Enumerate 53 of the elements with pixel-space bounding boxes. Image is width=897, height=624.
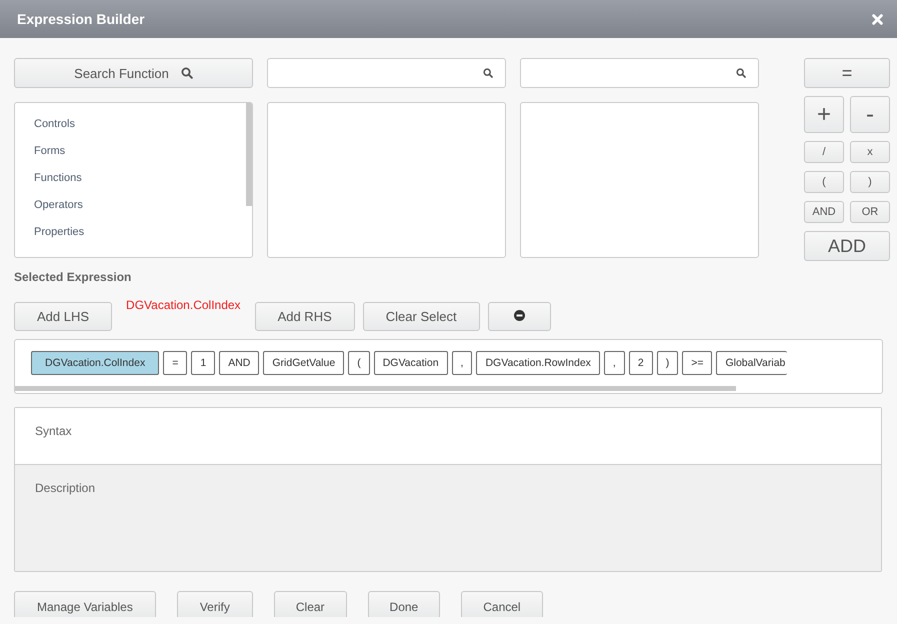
clear-select-button[interactable]: Clear Select bbox=[362, 302, 480, 331]
scrollbar-thumb[interactable] bbox=[246, 103, 252, 206]
expression-token[interactable]: AND bbox=[219, 351, 260, 375]
expression-token[interactable]: GlobalVariab bbox=[716, 351, 788, 375]
add-lhs-button[interactable]: Add LHS bbox=[14, 302, 112, 331]
search-icon bbox=[483, 68, 493, 78]
expression-token[interactable]: , bbox=[452, 351, 472, 375]
expression-token[interactable]: DGVacation bbox=[374, 351, 448, 375]
scrollbar-thumb[interactable] bbox=[15, 386, 736, 391]
add-rhs-button[interactable]: Add RHS bbox=[254, 302, 355, 331]
expression-token[interactable]: 2 bbox=[628, 351, 653, 375]
operator-button[interactable]: x bbox=[850, 141, 890, 163]
search-field[interactable] bbox=[520, 58, 759, 88]
footer-button[interactable]: Done bbox=[368, 591, 440, 617]
syntax-label: Syntax bbox=[35, 424, 72, 438]
operator-button[interactable]: + bbox=[804, 96, 844, 133]
operator-button[interactable]: = bbox=[804, 58, 890, 88]
operator-button[interactable]: OR bbox=[850, 201, 890, 223]
search-field[interactable] bbox=[267, 58, 506, 88]
lhs-value: DGVacation.ColIndex bbox=[125, 298, 242, 312]
operator-button[interactable]: ( bbox=[804, 171, 844, 193]
section-label: Selected Expression bbox=[14, 270, 132, 284]
close-icon[interactable] bbox=[872, 14, 883, 24]
expression-token[interactable]: ( bbox=[348, 351, 370, 375]
expression-token[interactable]: GridGetValue bbox=[263, 351, 344, 375]
footer-button[interactable]: Verify bbox=[176, 591, 253, 617]
window-title: Expression Builder bbox=[17, 11, 145, 27]
add-button[interactable]: ADD bbox=[804, 231, 890, 261]
operator-button[interactable]: - bbox=[850, 96, 890, 133]
operator-button[interactable]: / bbox=[804, 141, 844, 163]
expression-token[interactable]: >= bbox=[682, 351, 712, 375]
operator-button[interactable]: AND bbox=[804, 201, 844, 223]
search-icon bbox=[180, 67, 193, 79]
category-item[interactable]: Controls bbox=[34, 118, 75, 130]
footer-button[interactable]: Manage Variables bbox=[14, 591, 156, 617]
minus-circle-icon bbox=[514, 310, 525, 321]
operator-button[interactable]: ) bbox=[850, 171, 890, 193]
footer-button[interactable]: Clear bbox=[274, 591, 347, 617]
remove-button[interactable] bbox=[488, 302, 551, 331]
category-item[interactable]: Operators bbox=[34, 199, 83, 211]
search-icon bbox=[736, 68, 746, 78]
expression-token[interactable]: 1 bbox=[191, 351, 216, 375]
category-item[interactable]: Forms bbox=[34, 145, 66, 157]
description-label: Description bbox=[35, 481, 96, 495]
footer-button[interactable]: Cancel bbox=[461, 591, 543, 617]
expression-token[interactable]: = bbox=[163, 351, 188, 375]
expression-token[interactable]: DGVacation.RowIndex bbox=[476, 351, 600, 375]
expression-token[interactable]: DGVacation.ColIndex bbox=[31, 351, 160, 375]
category-item[interactable]: Properties bbox=[34, 226, 84, 238]
expression-token[interactable]: ) bbox=[656, 351, 678, 375]
expression-token[interactable]: , bbox=[604, 351, 625, 375]
category-item[interactable]: Functions bbox=[34, 172, 82, 184]
search-function-button[interactable]: Search Function bbox=[14, 58, 253, 88]
